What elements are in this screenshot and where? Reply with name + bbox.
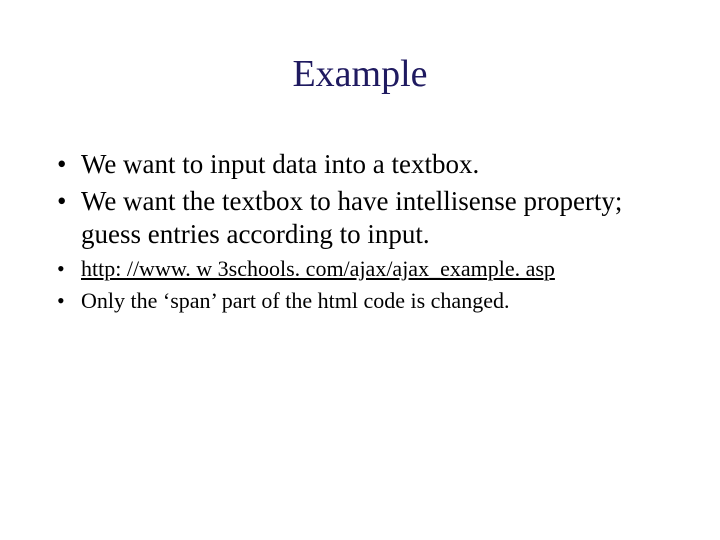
slide-title: Example <box>0 52 720 96</box>
bullet-item: We want to input data into a textbox. <box>55 148 665 181</box>
bullet-item-link: http: //www. w 3schools. com/ajax/ajax_e… <box>55 255 665 284</box>
link-text[interactable]: http: //www. w 3schools. com/ajax/ajax_e… <box>81 256 555 281</box>
slide-body: We want to input data into a textbox. We… <box>55 148 665 320</box>
bullet-item: Only the ‘span’ part of the html code is… <box>55 287 665 316</box>
bullet-item: We want the textbox to have intellisense… <box>55 185 665 251</box>
bullet-list: We want to input data into a textbox. We… <box>55 148 665 316</box>
slide: Example We want to input data into a tex… <box>0 0 720 540</box>
